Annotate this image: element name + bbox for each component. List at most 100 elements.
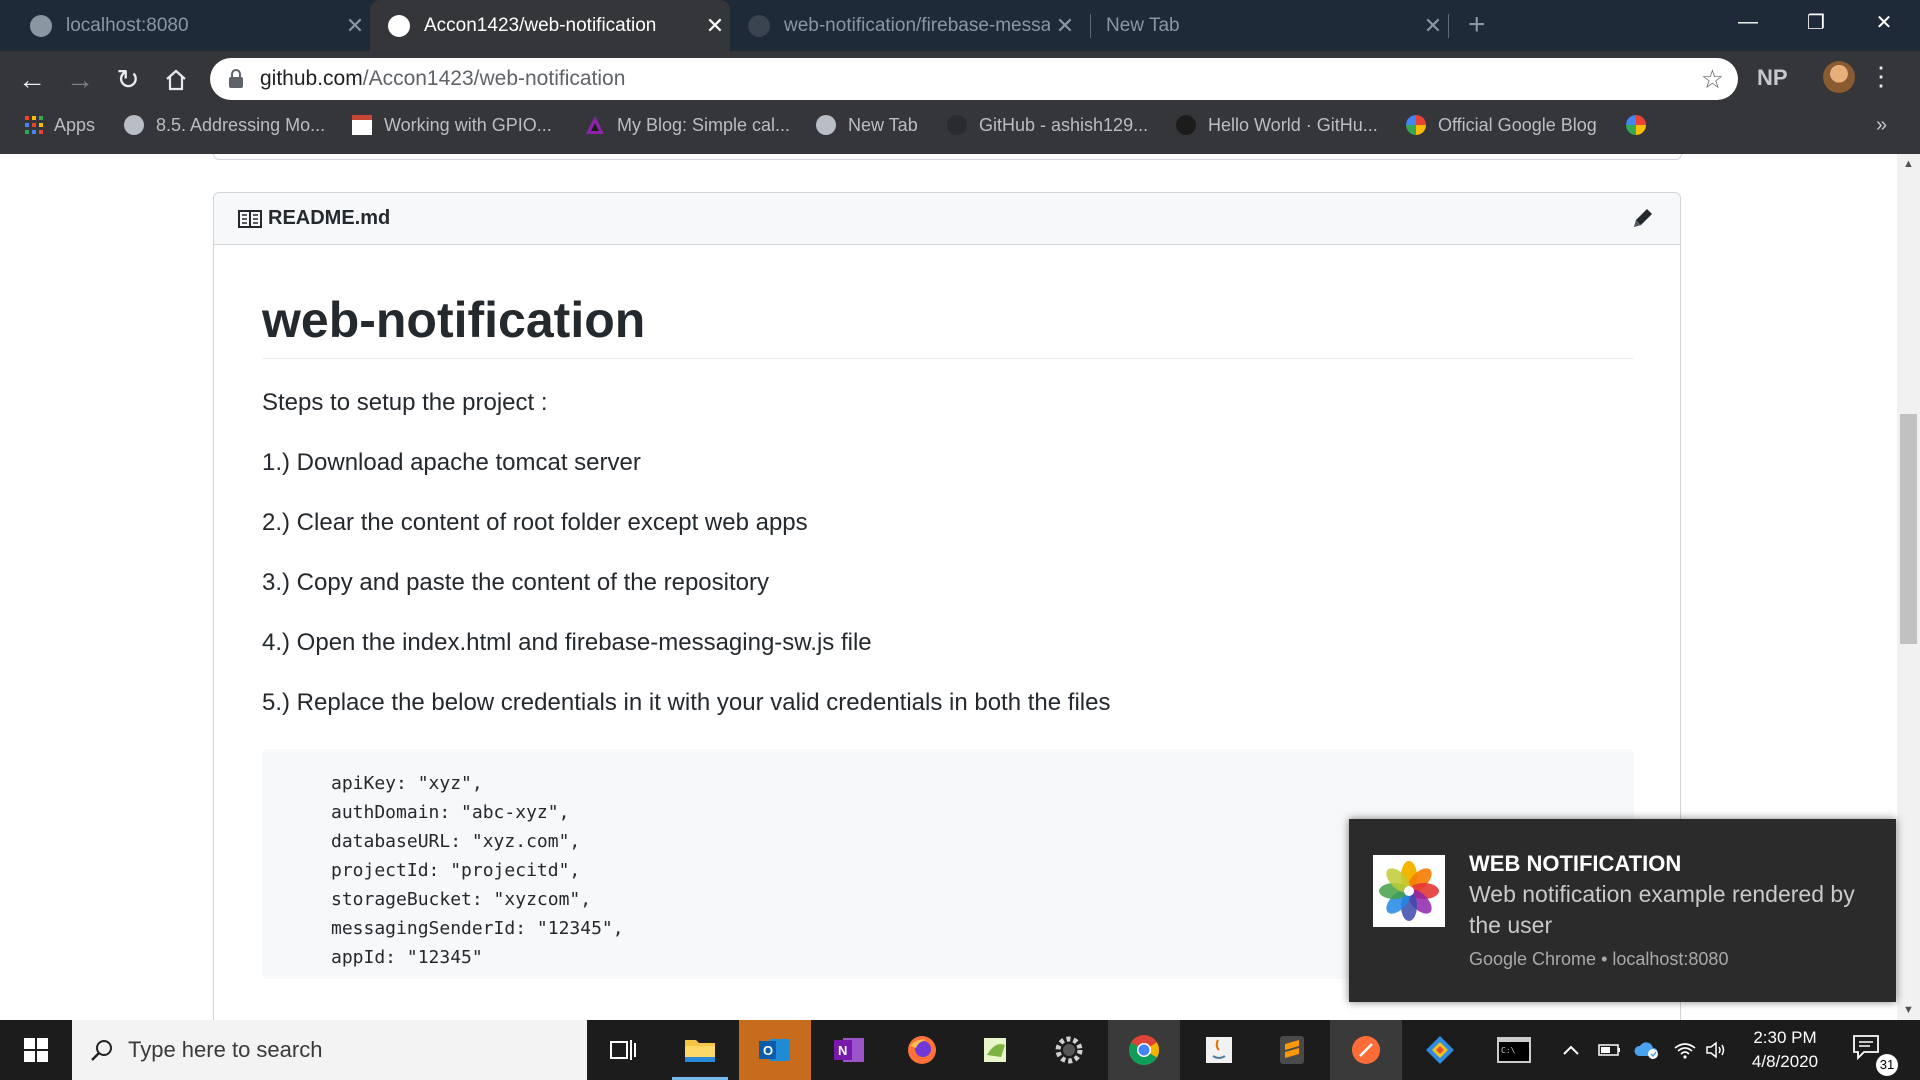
cloud-sync-icon [1634,1042,1658,1059]
tab-strip: localhost:8080 ✕ Accon1423/web-notificat… [0,0,1920,51]
readme-paragraph: 1.) Download apache tomcat server [262,449,641,476]
scroll-up-arrow-icon[interactable]: ▲ [1903,158,1914,170]
tab-github-repo[interactable]: Accon1423/web-notification ✕ [370,0,730,51]
wifi-icon [1674,1043,1696,1059]
tab-title: web-notification/firebase-messa [784,14,1050,36]
close-window-button[interactable]: ✕ [1850,0,1918,44]
bookmark-google-blog[interactable]: Official Google Blog [1406,108,1597,142]
readme-filename: README.md [268,207,391,229]
readme-paragraph: 3.) Copy and paste the content of the re… [262,569,769,596]
file-explorer-button[interactable] [664,1020,736,1080]
profile-avatar[interactable] [1823,61,1855,93]
file-list-box [213,154,1682,160]
bookmark-label: Apps [54,114,96,135]
command-prompt-button[interactable]: C:\ [1478,1020,1550,1080]
close-icon[interactable]: ✕ [1050,13,1080,39]
bookmarks-bar: Apps 8.5. Addressing Mo... Working with … [0,108,1920,154]
taskbar-clock[interactable]: 2:30 PM 4/8/2020 [1735,1026,1835,1074]
bookmark-addressing-modes[interactable]: 8.5. Addressing Mo... [124,108,325,142]
globe-icon [816,115,836,135]
url-host: github.com [260,67,363,90]
sublime-text-icon [1280,1036,1304,1064]
outlook-button[interactable]: O [739,1020,811,1080]
bookmark-my-blog[interactable]: My Blog: Simple cal... [585,108,790,142]
notification-body: Web notification example rendered by the… [1469,881,1855,938]
bookmark-apps[interactable]: Apps [24,108,95,142]
readme-paragraph: 5.) Replace the below credentials in it … [262,689,1111,716]
wifi-indicator[interactable] [1673,1020,1697,1080]
tab-new-tab[interactable]: New Tab ✕ [1092,0,1448,51]
bookmark-new-tab[interactable]: New Tab [816,108,918,142]
restore-button[interactable]: ❐ [1782,0,1850,44]
battery-indicator[interactable] [1598,1020,1622,1080]
onenote-icon: N [834,1038,864,1062]
bookmark-label: Official Google Blog [1438,114,1597,135]
tab-firebase-messaging[interactable]: web-notification/firebase-messa ✕ [730,0,1080,51]
bookmark-gpio[interactable]: Working with GPIO... [352,108,552,142]
volume-indicator[interactable] [1705,1020,1729,1080]
sourcetree-button[interactable] [1404,1020,1476,1080]
menu-kebab-icon[interactable]: ⋮ [1868,61,1894,92]
task-view-icon [610,1040,636,1060]
notification-title: WEB NOTIFICATION [1469,851,1682,876]
notification-source: Google Chrome • localhost:8080 [1469,949,1729,969]
taskbar-search-box[interactable]: Type here to search [72,1020,587,1080]
readme-paragraph: Steps to setup the project : [262,389,548,416]
onedrive-indicator[interactable] [1633,1020,1661,1080]
clock-time: 2:30 PM [1753,1028,1817,1047]
globe-icon [124,115,144,135]
pencil-edit-icon[interactable] [1630,205,1656,231]
show-hidden-icons[interactable] [1562,1020,1580,1080]
windows-taskbar: Type here to search O N C:\ 2:30 PM 4/8/… [0,1020,1920,1080]
start-button[interactable] [0,1020,72,1080]
minimize-button[interactable]: — [1714,0,1782,44]
svg-text:O: O [763,1043,773,1058]
blog-icon [586,116,604,134]
chevron-up-icon [1563,1045,1579,1055]
bookmark-github-ashish[interactable]: GitHub - ashish129... [947,108,1148,142]
notifications-count-badge: 31 [1876,1054,1898,1076]
bookmark-hello-world[interactable]: Hello World · GitHu... [1176,108,1378,142]
address-bar[interactable]: github.com/Accon1423/web-notification ☆ [210,58,1738,100]
bookmark-label: 8.5. Addressing Mo... [156,114,326,135]
outlook-icon: O [759,1039,790,1061]
github-icon [947,115,967,135]
scroll-down-arrow-icon[interactable]: ▼ [1903,1004,1914,1016]
firefox-button[interactable] [886,1020,958,1080]
sublime-button[interactable] [1256,1020,1328,1080]
back-button[interactable]: ← [10,51,54,108]
postman-button[interactable] [1330,1020,1402,1080]
new-tab-button[interactable]: + [1468,8,1486,42]
home-button[interactable] [154,51,198,108]
tab-separator [1090,14,1091,38]
bookmarks-overflow-icon[interactable]: » [1876,114,1887,137]
bookmark-star-icon[interactable]: ☆ [1701,64,1724,95]
java-button[interactable] [1183,1020,1255,1080]
tab-title: New Tab [1106,14,1180,36]
clock-date: 4/8/2020 [1751,1052,1819,1071]
bookmark-label: Working with GPIO... [384,114,552,135]
java-icon [1206,1037,1232,1063]
chrome-button[interactable] [1108,1020,1180,1080]
extension-np[interactable]: NP [1757,65,1788,91]
notification-center-icon [1853,1035,1879,1061]
close-icon[interactable]: ✕ [340,13,370,39]
reload-button[interactable]: ↻ [106,51,150,108]
bookmark-google[interactable] [1626,108,1658,142]
readme-paragraph: 2.) Clear the content of root folder exc… [262,509,808,536]
readme-paragraph: 4.) Open the index.html and firebase-mes… [262,629,872,656]
git-diamond-icon [1426,1036,1454,1064]
page-scrollbar[interactable]: ▲ ▼ [1897,154,1920,1020]
settings-app-button[interactable] [1033,1020,1105,1080]
onenote-button[interactable]: N [813,1020,885,1080]
close-icon[interactable]: ✕ [700,13,730,39]
scrollbar-thumb[interactable] [1900,414,1917,644]
forward-button[interactable]: → [58,51,102,108]
notepadpp-button[interactable] [960,1020,1032,1080]
task-view-button[interactable] [587,1020,659,1080]
web-notification-toast[interactable]: WEB NOTIFICATION Web notification exampl… [1349,819,1896,1002]
search-placeholder: Type here to search [128,1037,323,1062]
firefox-icon [908,1036,936,1064]
tab-localhost[interactable]: localhost:8080 ✕ [0,0,370,51]
close-icon[interactable]: ✕ [1418,13,1448,39]
